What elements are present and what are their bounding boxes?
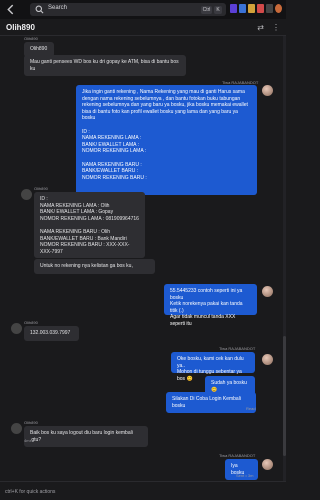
search-label: Search xyxy=(48,5,68,11)
app-icon-purple[interactable] xyxy=(230,4,237,13)
top-bar: Search Ctrl K xyxy=(0,0,286,19)
message-bubble: Oke bosku, kami cek kan dulu ya.. Mohon … xyxy=(171,352,255,382)
user-avatar xyxy=(11,423,22,434)
message-status: Sent • 3m xyxy=(236,473,254,478)
search-icon xyxy=(35,5,44,14)
message-bubble: Silakan Di Coba Login Kembali bosku xyxy=(166,392,256,414)
message-list[interactable]: Olih890 Olih890 Mau ganti pensees WD bos… xyxy=(0,36,286,481)
back-arrow-icon[interactable] xyxy=(5,4,16,15)
user-avatar xyxy=(21,189,32,200)
message-bubble: Baik bos ku saya logout diu baru login k… xyxy=(24,426,148,448)
chat-title: Olih890 xyxy=(6,23,35,32)
app-icon-gray[interactable] xyxy=(266,4,273,13)
message-bubble: ID : NAMA REKENING LAMA : Olih BANK/ EWA… xyxy=(34,192,145,258)
agent-avatar xyxy=(262,459,273,470)
message-bubble: Jika ingin ganti rekening , Nama Rekenin… xyxy=(76,85,257,195)
scrollbar[interactable] xyxy=(283,36,286,481)
agent-avatar xyxy=(262,286,273,297)
user-avatar-icon[interactable] xyxy=(275,4,282,13)
read-receipt: Read xyxy=(246,406,256,411)
composer[interactable]: ctrl+K for quick actions xyxy=(0,481,286,500)
add-participant-icon[interactable]: ⇄ xyxy=(257,23,264,32)
sender-name: Olih890 xyxy=(24,320,38,325)
k-key-hint: K xyxy=(214,6,222,14)
sender-name: Olih890 xyxy=(24,420,38,425)
app-icon-red[interactable] xyxy=(257,4,264,13)
ctrl-key-hint: Ctrl xyxy=(201,6,212,14)
sender-name: Tiwa RAJABANDOT xyxy=(219,453,256,458)
more-options-icon[interactable]: ⋮ xyxy=(272,23,280,32)
agent-avatar xyxy=(262,85,273,96)
app-icon-yellow[interactable] xyxy=(248,4,255,13)
app-icon-blue[interactable] xyxy=(239,4,246,13)
message-time: 4m xyxy=(24,438,30,443)
sender-name: Olih890 xyxy=(34,186,48,191)
quick-actions-hint: ctrl+K for quick actions xyxy=(5,489,56,495)
message-bubble: Untuk no rekening nya kelistan ga bos ku… xyxy=(34,259,155,274)
scrollbar-thumb[interactable] xyxy=(283,336,286,456)
chat-header: Olih890 ⇄ ⋮ xyxy=(0,19,286,36)
message-bubble: 55.5445233 contoh seperti ini ya bosku K… xyxy=(164,284,257,327)
user-avatar xyxy=(11,323,22,334)
search-input[interactable]: Search Ctrl K xyxy=(30,3,226,16)
message-bubble: Mau ganti pensees WD bos ku dri gopay ke… xyxy=(24,55,186,77)
agent-avatar xyxy=(262,354,273,365)
sender-name: Olih890 xyxy=(24,36,38,41)
sender-name: Tiwa RAJABANDOT xyxy=(219,346,256,351)
window-icons xyxy=(230,4,282,13)
message-bubble: 132.003.039.7997 xyxy=(24,326,79,341)
header-actions: ⇄ ⋮ xyxy=(257,23,280,32)
